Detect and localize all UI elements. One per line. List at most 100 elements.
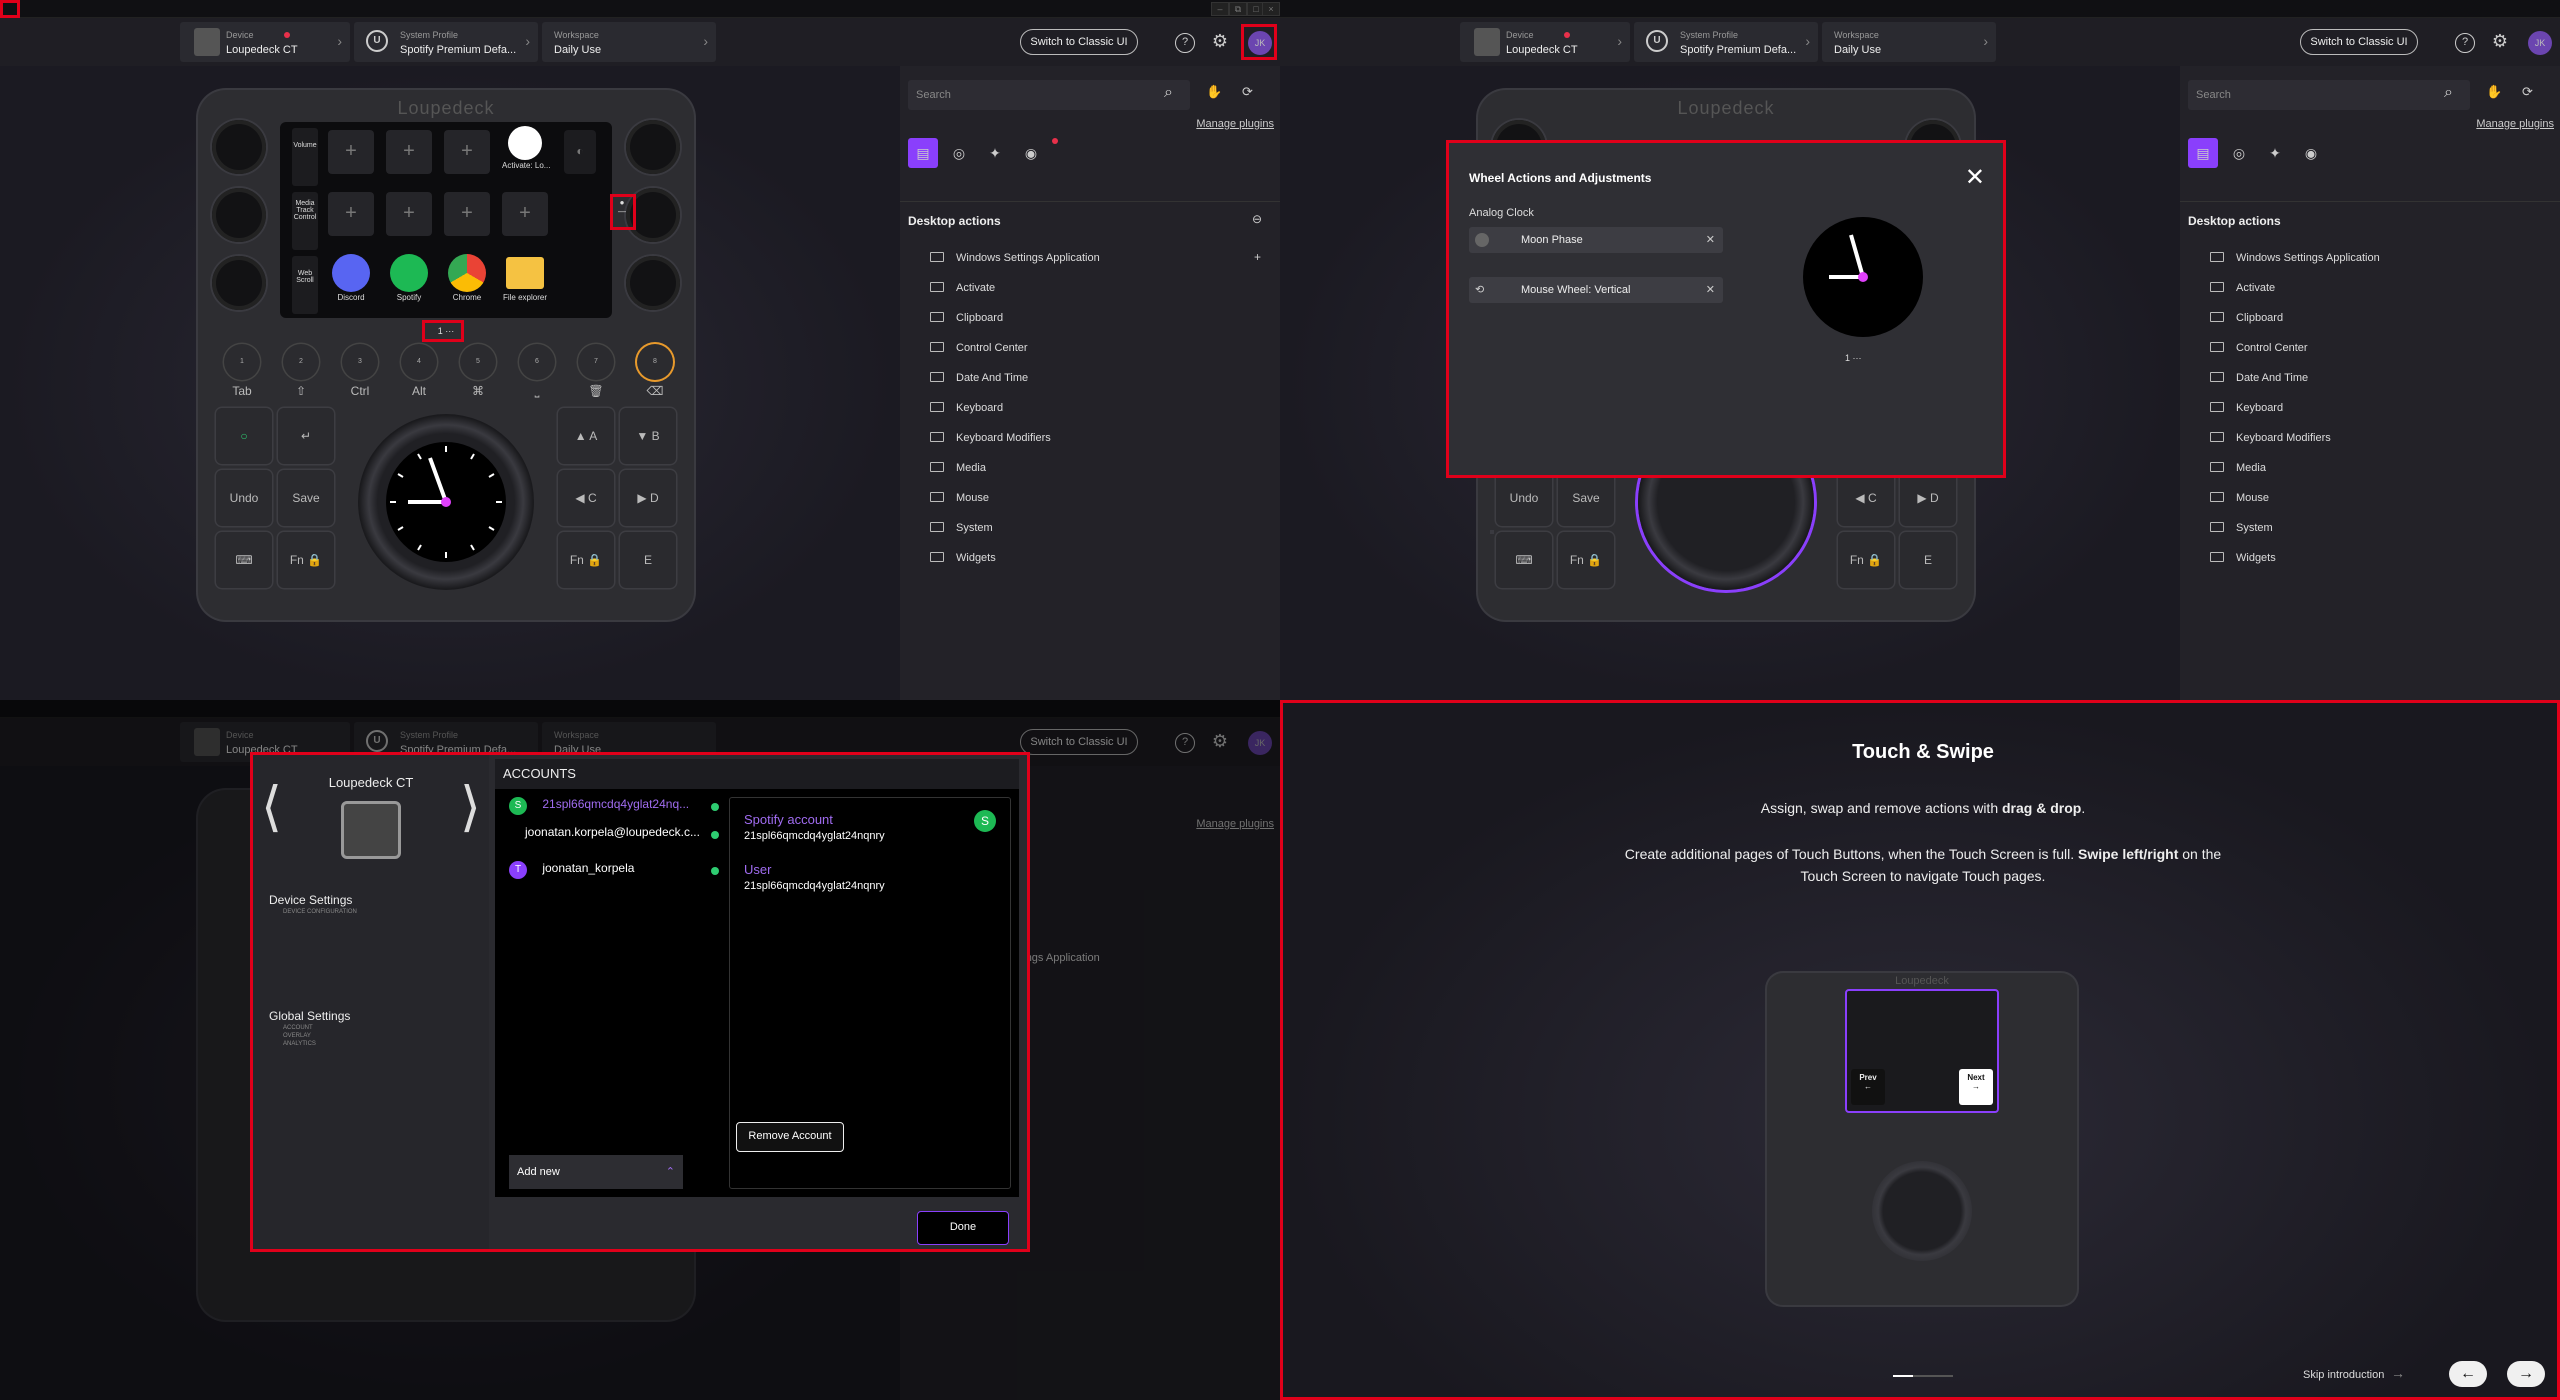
key-e[interactable]: E [620, 532, 676, 588]
undo-key[interactable]: Undo [1496, 470, 1552, 526]
knob-5[interactable] [626, 188, 680, 242]
round-button-7[interactable]: 7 [578, 344, 614, 380]
help-icon[interactable]: ? [1175, 33, 1195, 53]
folder-item[interactable]: Clipboard [930, 312, 1003, 324]
folder-item[interactable]: Date And Time [2210, 372, 2308, 384]
spotify-tab[interactable]: ◉ [2296, 138, 2326, 168]
switch-classic-ui-button[interactable]: Switch to Classic UI [2300, 29, 2418, 55]
folder-item[interactable]: Windows Settings Application [2210, 252, 2380, 264]
profile-selector[interactable]: U System Profile Spotify Premium Defa...… [1634, 22, 1818, 62]
global-sub-analytics[interactable]: ANALYTICS [283, 1041, 316, 1047]
spotify-tab[interactable]: ◉ [1016, 138, 1046, 168]
folder-item[interactable]: Control Center [930, 342, 1028, 354]
compass-tab[interactable]: ◎ [2224, 138, 2254, 168]
magic-tab[interactable]: ✦ [980, 138, 1010, 168]
moon-small-icon[interactable]: ◐ [564, 130, 596, 174]
folder-item[interactable]: Activate [930, 282, 995, 294]
help-icon[interactable]: ? [2455, 33, 2475, 53]
magic-tab[interactable]: ✦ [2260, 138, 2290, 168]
keyboard-key[interactable]: ⌨ [1496, 532, 1552, 588]
manage-plugins-link[interactable]: Manage plugins [1196, 118, 1274, 130]
dial-wheel[interactable] [358, 414, 534, 590]
global-settings-link[interactable]: Global Settings [269, 1009, 350, 1023]
knob-3[interactable] [212, 256, 266, 310]
folder-item[interactable]: Date And Time [930, 372, 1028, 384]
add-icon[interactable]: + [1254, 250, 1261, 264]
touch-button-empty[interactable]: + [386, 130, 432, 174]
account-row-spotify[interactable]: S 21spl66qmcdq4yglat24nq... [509, 797, 689, 819]
undo-key[interactable]: Undo [216, 470, 272, 526]
refresh-icon[interactable]: ⟳ [2522, 84, 2533, 100]
knob-4[interactable] [626, 120, 680, 174]
touch-button-spotify[interactable]: Spotify [388, 254, 430, 314]
minimize-button[interactable]: – [1211, 2, 1229, 16]
page-indicator[interactable]: 1 ··· [1845, 353, 1862, 363]
prev-button[interactable]: Prev ← [1851, 1069, 1885, 1105]
desktop-actions-tab[interactable]: ▤ [908, 138, 938, 168]
close-window-button[interactable]: × [1262, 2, 1280, 16]
touch-button-empty[interactable]: + [502, 192, 548, 236]
folder-item[interactable]: Keyboard Modifiers [2210, 432, 2331, 444]
folder-item[interactable]: Windows Settings Application [930, 252, 1100, 264]
round-button-3[interactable]: 3 [342, 344, 378, 380]
search-input[interactable]: Search [908, 80, 1190, 110]
key-a[interactable]: ▲ A [558, 408, 614, 464]
wheel-action-field[interactable]: Moon Phase ✕ [1469, 227, 1723, 253]
touch-button-empty[interactable]: + [386, 192, 432, 236]
workspace-selector[interactable]: Workspace Daily Use › [1822, 22, 1996, 62]
manage-plugins-link[interactable]: Manage plugins [2476, 118, 2554, 130]
refresh-icon[interactable]: ⟳ [1242, 84, 1253, 100]
key-b[interactable]: ▼ B [620, 408, 676, 464]
save-key[interactable]: Save [278, 470, 334, 526]
touch-button-empty[interactable]: + [444, 130, 490, 174]
fn-key-right[interactable]: Fn 🔒 [1838, 532, 1894, 588]
round-button-8[interactable]: 8 [637, 344, 673, 380]
round-button-4[interactable]: 4 [401, 344, 437, 380]
add-new-button[interactable]: Add new ⌃ [509, 1155, 683, 1189]
touch-button-file-explorer[interactable]: File explorer [498, 254, 552, 314]
gear-icon[interactable]: ⚙ [2490, 32, 2510, 53]
global-sub-account[interactable]: ACCOUNT [283, 1025, 313, 1031]
remove-account-button[interactable]: Remove Account [736, 1122, 844, 1152]
folder-item[interactable]: System [930, 522, 993, 534]
fn-key[interactable]: Fn 🔒 [1558, 532, 1614, 588]
folder-item[interactable]: Media [930, 462, 986, 474]
round-button-5[interactable]: 5 [460, 344, 496, 380]
gear-icon[interactable]: ⚙ [1210, 32, 1230, 53]
page-indicator[interactable]: 1 ··· [426, 326, 466, 336]
switch-classic-ui-button[interactable]: Switch to Classic UI [1020, 29, 1138, 55]
forward-button[interactable]: → [2507, 1361, 2545, 1387]
enter-key[interactable]: ↵ [278, 408, 334, 464]
knob-1[interactable] [212, 120, 266, 174]
remove-icon[interactable]: ✕ [1706, 277, 1715, 303]
folder-item[interactable]: Keyboard [930, 402, 1003, 414]
search-icon[interactable]: ⌕ [2444, 84, 2453, 102]
knob-6[interactable] [626, 256, 680, 310]
round-button-1[interactable]: 1 [224, 344, 260, 380]
save-key[interactable]: Save [1558, 470, 1614, 526]
folder-item[interactable]: Keyboard [2210, 402, 2283, 414]
key-d[interactable]: ▶ D [1900, 470, 1956, 526]
folder-item[interactable]: Mouse [2210, 492, 2269, 504]
side-button-media[interactable]: Media Track Control [292, 192, 318, 250]
device-selector[interactable]: Device Loupedeck CT › [1460, 22, 1630, 62]
next-button[interactable]: Next → [1959, 1069, 1993, 1105]
wheel-action-field[interactable]: ⟲ Mouse Wheel: Vertical ✕ [1469, 277, 1723, 303]
folder-item[interactable]: Keyboard Modifiers [930, 432, 1051, 444]
key-c[interactable]: ◀ C [1838, 470, 1894, 526]
close-icon[interactable]: ✕ [1965, 163, 1985, 192]
keyboard-key[interactable]: ⌨ [216, 532, 272, 588]
back-button[interactable]: ← [2449, 1361, 2487, 1387]
avatar[interactable]: JK [1248, 31, 1272, 55]
dock-button[interactable]: ⧉ [1229, 2, 1247, 16]
done-button[interactable]: Done [917, 1211, 1009, 1245]
workspace-selector[interactable]: Workspace Daily Use › [542, 22, 716, 62]
folder-item[interactable]: Activate [2210, 282, 2275, 294]
skip-introduction-link[interactable]: Skip introduction [2303, 1369, 2384, 1381]
screen-page-icon[interactable]: ● — [616, 198, 628, 222]
touch-button-empty[interactable]: + [328, 192, 374, 236]
hand-icon[interactable]: ✋ [1206, 84, 1222, 100]
folder-item[interactable]: Widgets [930, 552, 996, 564]
device-selector[interactable]: Device Loupedeck CT › [180, 22, 350, 62]
fn-key-right[interactable]: Fn 🔒 [558, 532, 614, 588]
